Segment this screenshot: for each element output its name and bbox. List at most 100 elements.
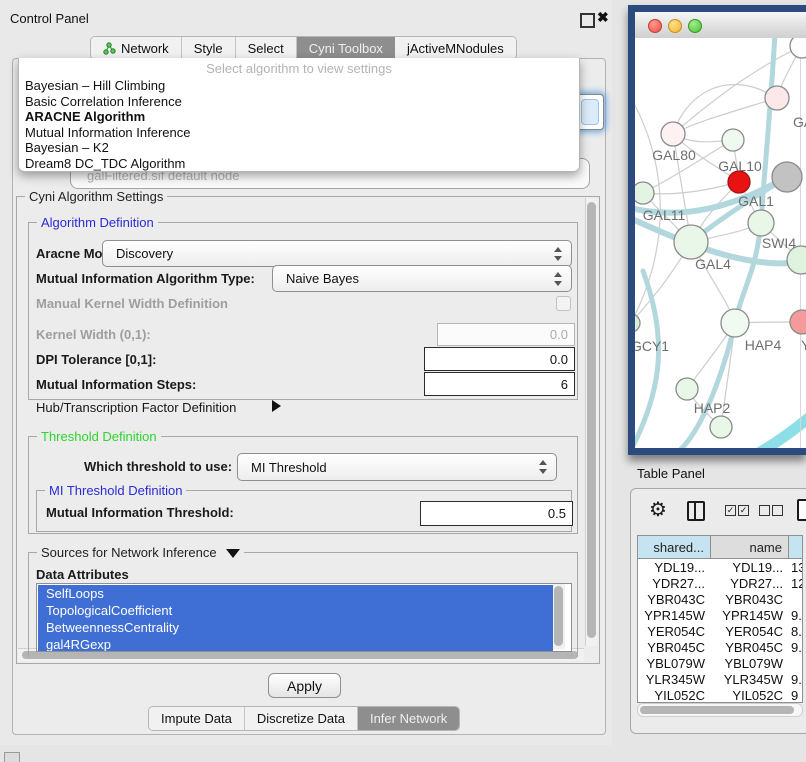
mi-steps-field[interactable]: 6: [424, 372, 575, 396]
network-canvas[interactable]: GAL80 GAL10 GAL1 GAL11 SWI4 GAL4 GCY1 HA…: [635, 38, 806, 448]
tab-discretize-data[interactable]: Discretize Data: [245, 707, 358, 730]
threshold-definition-title: Threshold Definition: [37, 429, 161, 444]
kernel-width-label: Kernel Width (0,1):: [36, 327, 151, 342]
data-attributes-list[interactable]: SelfLoops TopologicalCoefficient Between…: [36, 583, 572, 652]
node-label: GAL4: [695, 256, 731, 272]
node-label: Y: [801, 337, 806, 353]
tab-infer-network[interactable]: Infer Network: [358, 707, 459, 730]
apply-button[interactable]: Apply: [268, 673, 341, 698]
control-panel-tabbar: Network Style Select Cyni Toolbox jActiv…: [90, 36, 517, 60]
node-gray[interactable]: [772, 162, 802, 192]
tab-network[interactable]: Network: [91, 37, 182, 59]
table-panel: ⚙ ✓ ✓ shared... name YDL19... YDL19... 1…: [630, 488, 806, 734]
node-label: GAL11: [643, 207, 686, 223]
network-window-titlebar[interactable]: [635, 12, 806, 39]
attribute-item-selected[interactable]: SelfLoops: [38, 585, 553, 602]
which-threshold-combo[interactable]: MI Threshold: [237, 453, 557, 481]
node-table: shared... name YDL19... YDL19... 13 YDR2…: [637, 535, 803, 703]
attribute-item-selected[interactable]: TopologicalCoefficient: [38, 602, 553, 619]
expand-arrow-icon[interactable]: [272, 400, 281, 412]
aracne-mode-value: Discovery: [103, 246, 173, 261]
close-traffic-icon[interactable]: [648, 19, 662, 33]
node-label: GAL1: [738, 193, 774, 209]
tab-style[interactable]: Style: [182, 37, 236, 59]
node-red-selected[interactable]: [728, 171, 750, 193]
minimized-panel-icon[interactable]: [4, 752, 20, 762]
scrollbar-thumb[interactable]: [554, 586, 563, 646]
node-label: HAP2: [694, 400, 731, 416]
column-header-shared-name[interactable]: shared...: [638, 536, 711, 559]
manual-kernel-checkbox[interactable]: [556, 296, 571, 311]
tab-cyni-toolbox[interactable]: Cyni Toolbox: [297, 37, 395, 59]
deselect-all-icon[interactable]: [759, 505, 770, 516]
attribute-item-selected[interactable]: BetweennessCentrality: [38, 619, 553, 636]
algorithm-option[interactable]: Basic Correlation Inference: [19, 94, 579, 110]
columns-icon[interactable]: [687, 501, 705, 521]
attribute-item-selected[interactable]: gal4RGexp: [38, 636, 553, 652]
gear-icon[interactable]: ⚙: [649, 497, 667, 522]
column-header-name[interactable]: name: [711, 536, 789, 559]
stepper-icon: [538, 460, 547, 474]
table-horizontal-scrollbar[interactable]: [637, 703, 803, 717]
node-label: GAL: [793, 114, 806, 130]
float-icon[interactable]: [580, 13, 595, 28]
tab-jactivemnodules[interactable]: jActiveMNodules: [395, 37, 516, 59]
close-icon[interactable]: ✖: [597, 9, 609, 26]
select-all-icon[interactable]: ✓: [725, 505, 736, 516]
scrollbar-thumb[interactable]: [587, 202, 596, 638]
settings-group-title: Cyni Algorithm Settings: [25, 189, 167, 204]
control-panel-title: Control Panel: [10, 11, 89, 26]
mi-type-combo[interactable]: Naive Bayes: [272, 265, 572, 292]
node-label: GAL10: [718, 158, 762, 174]
node[interactable]: [790, 38, 806, 58]
network-view-window[interactable]: GAL80 GAL10 GAL1 GAL11 SWI4 GAL4 GCY1 HA…: [628, 5, 806, 455]
mi-steps-label: Mutual Information Steps:: [36, 377, 196, 392]
algorithm-option[interactable]: Mutual Information Inference: [19, 125, 579, 141]
algorithm-option[interactable]: Bayesian – Hill Climbing: [19, 78, 579, 94]
node-salmon[interactable]: [790, 310, 806, 334]
node-gal80[interactable]: [661, 122, 685, 146]
algorithm-dropdown-placeholder: Select algorithm to view settings: [19, 58, 579, 78]
network-graph: GAL80 GAL10 GAL1 GAL11 SWI4 GAL4 GCY1 HA…: [635, 38, 806, 448]
tab-select[interactable]: Select: [236, 37, 297, 59]
node-gal10[interactable]: [722, 129, 744, 151]
kernel-width-field[interactable]: 0.0: [437, 323, 575, 346]
collapse-arrow-icon[interactable]: [226, 549, 240, 558]
algorithm-option[interactable]: Dream8 DC_TDC Algorithm: [19, 156, 579, 172]
dpi-tolerance-field[interactable]: 0.0: [424, 347, 575, 371]
network-icon: [103, 42, 116, 55]
algorithm-option[interactable]: Bayesian – K2: [19, 140, 579, 156]
minimize-traffic-icon[interactable]: [668, 19, 682, 33]
which-threshold-value: MI Threshold: [238, 460, 327, 475]
zoom-traffic-icon[interactable]: [688, 19, 702, 33]
mi-threshold-field[interactable]: 0.5: [420, 501, 573, 526]
bottom-tabbar: Impute Data Discretize Data Infer Networ…: [148, 706, 460, 731]
select-all-icon[interactable]: ✓: [738, 505, 749, 516]
node-hap4[interactable]: [721, 309, 749, 337]
scrollbar-thumb[interactable]: [640, 706, 794, 714]
column-header-partial[interactable]: [789, 536, 802, 559]
algorithm-definition-title: Algorithm Definition: [37, 215, 158, 230]
settings-vertical-scrollbar[interactable]: [585, 198, 598, 646]
document-icon[interactable]: [797, 499, 806, 521]
node-gal1[interactable]: [748, 210, 774, 236]
combo-button[interactable]: [581, 99, 599, 125]
table-toolbar: ⚙ ✓ ✓: [631, 489, 806, 533]
dpi-tolerance-label: DPI Tolerance [0,1]:: [36, 352, 156, 367]
aracne-mode-combo[interactable]: Discovery: [102, 240, 572, 267]
node-gal11[interactable]: [635, 182, 654, 204]
hub-definition-label: Hub/Transcription Factor Definition: [36, 400, 236, 415]
tab-impute-data[interactable]: Impute Data: [149, 707, 245, 730]
deselect-all-icon[interactable]: [772, 505, 783, 516]
mi-type-label: Mutual Information Algorithm Type:: [36, 271, 255, 286]
attributes-scrollbar[interactable]: [553, 584, 565, 649]
node-label: HAP4: [745, 337, 782, 353]
node[interactable]: [710, 416, 732, 438]
node-gal-cut[interactable]: [765, 86, 789, 110]
algorithm-option-selected[interactable]: ARACNE Algorithm: [19, 109, 579, 125]
node-gcy1[interactable]: [635, 314, 640, 332]
node-label: SWI4: [762, 235, 796, 251]
stepper-icon: [553, 247, 562, 261]
node-gal4[interactable]: [674, 225, 708, 259]
node-hap2[interactable]: [676, 378, 698, 400]
